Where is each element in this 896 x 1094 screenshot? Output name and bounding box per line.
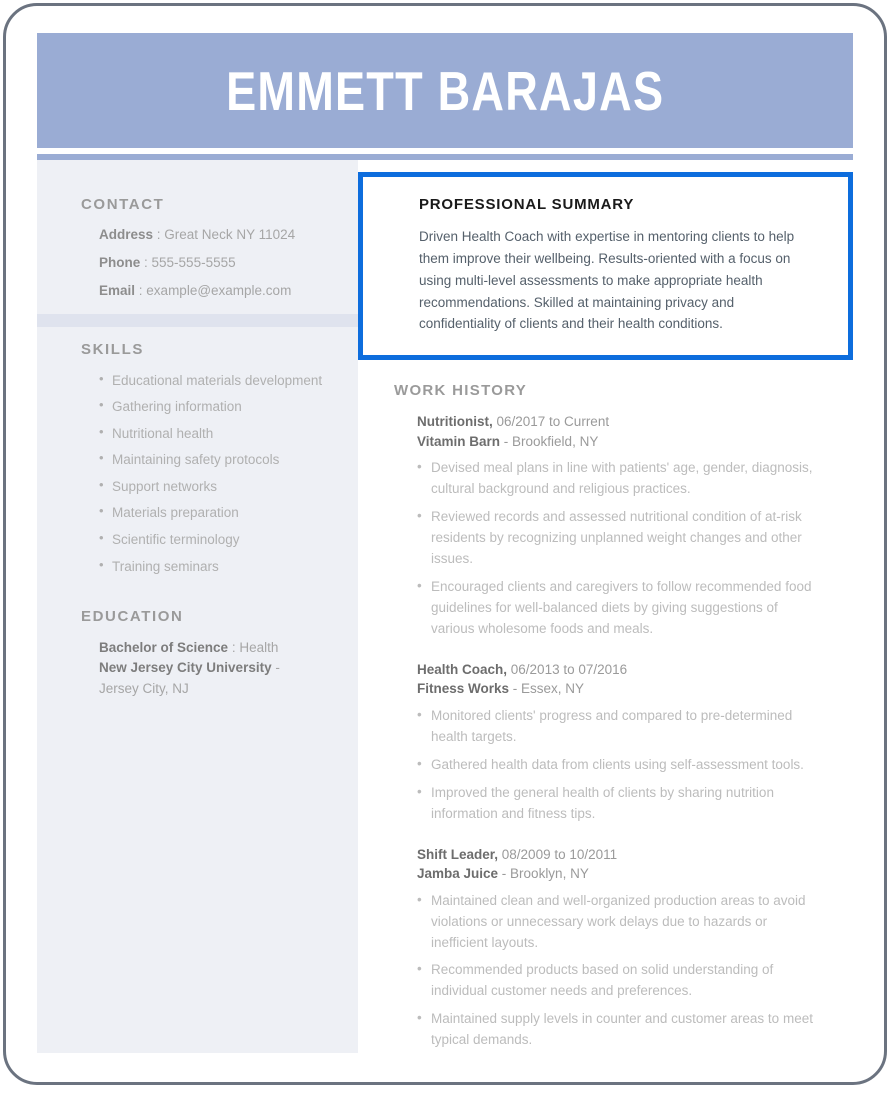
work-history-section: WORK HISTORY Nutritionist, 06/2017 to Cu… — [358, 360, 853, 1051]
education-field: Health — [239, 640, 279, 656]
job-bullet-list: Monitored clients' progress and compared… — [417, 705, 823, 825]
contact-sep-address: : — [153, 227, 165, 242]
education-school-line: New Jersey City University - — [99, 658, 340, 678]
job-company: Vitamin Barn — [417, 433, 501, 449]
list-item: Encouraged clients and caregivers to fol… — [417, 576, 823, 640]
job-title: Shift Leader, — [417, 846, 499, 862]
list-item: Gathered health data from clients using … — [417, 754, 823, 776]
job-company-line: Fitness Works - Essex, NY — [417, 679, 823, 699]
contact-value-email: example@example.com — [146, 282, 292, 298]
skills-section: SKILLS Educational materials development… — [37, 327, 358, 577]
contact-value-phone: 555-555-5555 — [151, 254, 236, 270]
list-item: Maintained supply levels in counter and … — [417, 1008, 823, 1051]
contact-item-phone: Phone : 555-555-5555 — [99, 255, 340, 272]
resume-header-banner: EMMETT BARAJAS — [37, 33, 853, 148]
education-school: New Jersey City University — [99, 660, 272, 676]
contact-value-address: Great Neck NY 11024 — [164, 227, 296, 242]
list-item: Recommended products based on solid unde… — [417, 959, 823, 1002]
screenshot-viewport: EMMETT BARAJAS CONTACT Address: Great N… — [0, 0, 896, 1094]
list-item: Monitored clients' progress and compared… — [417, 705, 823, 748]
summary-heading: PROFESSIONAL SUMMARY — [419, 196, 635, 213]
job-company-sep: - — [509, 681, 522, 697]
job-dates: 06/2017 to Current — [492, 414, 610, 430]
sidebar-divider-skills — [37, 313, 358, 327]
education-degree-line: Bachelor of Science : Health — [99, 638, 340, 658]
list-item: Improved the general health of clients b… — [417, 782, 823, 825]
contact-label-address: Address — [99, 227, 154, 242]
job-title-line: Shift Leader, 08/2009 to 10/2011 — [417, 845, 823, 865]
job-title: Health Coach, — [417, 661, 508, 677]
job-company-line: Jamba Juice - Brooklyn, NY — [417, 864, 823, 884]
list-item: Nutritional health — [99, 423, 340, 444]
contact-item-address: Address : Great Neck NY 11024 — [99, 227, 340, 244]
education-degree-sep: : — [228, 640, 240, 656]
list-item: Educational materials development — [99, 370, 340, 391]
contact-heading: CONTACT — [81, 196, 165, 213]
job-title-line: Nutritionist, 06/2017 to Current — [417, 412, 823, 432]
job-dates: 08/2009 to 10/2011 — [498, 846, 618, 862]
contact-label-email: Email — [99, 282, 136, 298]
job-location: Essex, NY — [521, 681, 585, 697]
job-entry: Nutritionist, 06/2017 to Current Vitamin… — [394, 412, 823, 640]
contact-label-phone: Phone — [99, 254, 141, 270]
work-history-heading: WORK HISTORY — [394, 382, 528, 400]
contact-section: CONTACT Address : Great Neck NY 11024 Ph… — [37, 196, 358, 314]
skills-list: Educational materials development Gather… — [99, 370, 340, 577]
list-item: Materials preparation — [99, 502, 340, 523]
contact-list: Address : Great Neck NY 11024 Phone : 55… — [37, 213, 358, 314]
education-entry: Bachelor of Science : Health New Jersey … — [37, 625, 358, 699]
job-company-sep: - — [498, 866, 511, 882]
list-item: Scientific terminology — [99, 529, 340, 550]
job-title-line: Health Coach, 06/2013 to 07/2016 — [417, 660, 823, 680]
job-entry: Health Coach, 06/2013 to 07/2016 Fitness… — [394, 660, 823, 825]
list-item: Training seminars — [99, 556, 340, 577]
contact-sep-phone: : — [140, 254, 152, 270]
resume-body: CONTACT Address : Great Neck NY 11024 Ph… — [37, 160, 853, 1053]
job-location: Brooklyn, NY — [510, 866, 589, 882]
summary-text: Driven Health Coach with expertise in me… — [419, 229, 795, 332]
education-location: Jersey City, NJ — [99, 680, 189, 696]
list-item: Devised meal plans in line with patients… — [417, 457, 823, 500]
job-company: Fitness Works — [417, 681, 510, 697]
job-dates: 06/2013 to 07/2016 — [507, 661, 628, 677]
device-screen: EMMETT BARAJAS CONTACT Address: Great N… — [13, 13, 877, 1075]
candidate-name: EMMETT BARAJAS — [225, 59, 665, 122]
contact-sep-email: : — [135, 282, 147, 298]
job-bullet-list: Devised meal plans in line with patients… — [417, 457, 823, 640]
device-frame: EMMETT BARAJAS CONTACT Address: Great N… — [3, 3, 887, 1085]
job-company-line: Vitamin Barn - Brookfield, NY — [417, 432, 823, 452]
list-item: Maintained clean and well-organized prod… — [417, 890, 823, 954]
job-entry: Shift Leader, 08/2009 to 10/2011 Jamba J… — [394, 845, 823, 1052]
resume-main-column: PROFESSIONAL SUMMARY Driven Health Coach… — [358, 160, 853, 1053]
education-heading: EDUCATION — [81, 608, 184, 626]
education-degree: Bachelor of Science — [99, 640, 229, 656]
list-item: Maintaining safety protocols — [99, 449, 340, 470]
job-title: Nutritionist, — [417, 414, 493, 430]
job-bullet-list: Maintained clean and well-organized prod… — [417, 890, 823, 1051]
education-section: EDUCATION Bachelor of Science : Health N… — [37, 583, 358, 699]
job-company: Jamba Juice — [417, 866, 499, 882]
list-item: Gathering information — [99, 396, 340, 417]
job-location: Brookfield, NY — [512, 433, 599, 449]
skills-list-wrap: Educational materials development Gather… — [37, 358, 358, 577]
resume-document: EMMETT BARAJAS CONTACT Address: Great N… — [37, 33, 853, 1053]
contact-item-email: Email : example@example.com — [99, 283, 340, 300]
resume-sidebar: CONTACT Address : Great Neck NY 11024 Ph… — [37, 160, 358, 1053]
skills-heading: SKILLS — [81, 340, 144, 358]
education-school-sep: - — [271, 660, 280, 676]
professional-summary-section[interactable]: PROFESSIONAL SUMMARY Driven Health Coach… — [358, 172, 853, 361]
job-company-sep: - — [500, 433, 513, 449]
list-item: Support networks — [99, 476, 340, 497]
list-item: Reviewed records and assessed nutritiona… — [417, 506, 823, 570]
